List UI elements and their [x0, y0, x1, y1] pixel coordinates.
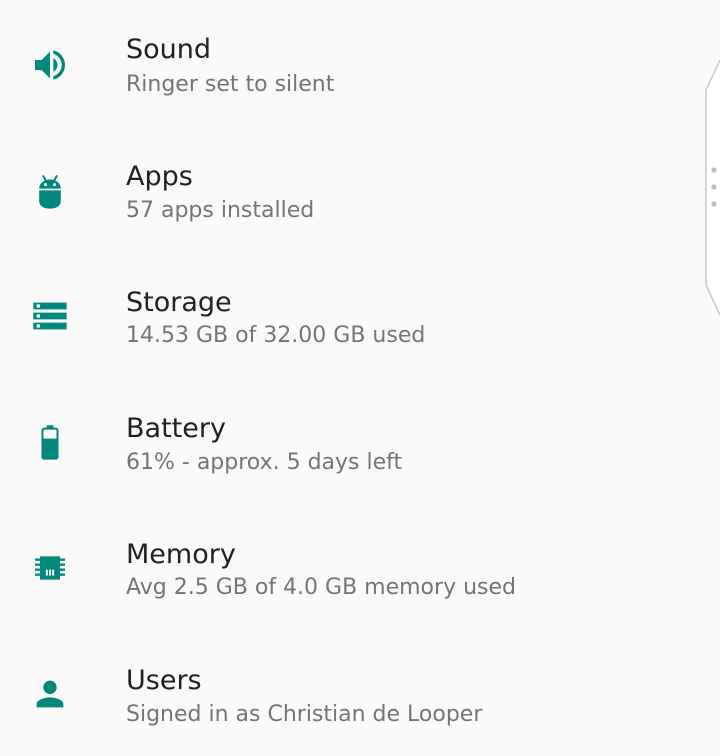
android-icon	[26, 168, 74, 216]
settings-item-title: Sound	[126, 34, 212, 65]
settings-item-title: Apps	[126, 161, 193, 192]
person-icon	[26, 670, 74, 718]
settings-item-users[interactable]: Users Signed in as Christian de Looper	[0, 630, 700, 756]
settings-item-title: Storage	[126, 287, 232, 318]
settings-item-summary: 14.53 GB of 32.00 GB used	[126, 323, 426, 348]
settings-item-summary: 61% - approx. 5 days left	[126, 450, 403, 475]
settings-item-memory[interactable]: Memory Avg 2.5 GB of 4.0 GB memory used	[0, 504, 700, 630]
settings-item-summary: Signed in as Christian de Looper	[126, 702, 483, 727]
speaker-icon	[26, 41, 74, 89]
settings-item-title: Battery	[126, 413, 226, 444]
settings-item-summary: Avg 2.5 GB of 4.0 GB memory used	[126, 575, 516, 600]
settings-item-title: Users	[126, 665, 202, 696]
settings-item-battery[interactable]: Battery 61% - approx. 5 days left	[0, 378, 700, 504]
settings-item-storage[interactable]: Storage 14.53 GB of 32.00 GB used	[0, 252, 700, 378]
settings-item-title: Memory	[126, 539, 236, 570]
memory-chip-icon	[26, 544, 74, 592]
battery-icon	[26, 418, 74, 466]
settings-item-summary: Ringer set to silent	[126, 72, 335, 97]
edge-panel-handle[interactable]	[704, 60, 720, 320]
storage-icon	[26, 292, 74, 340]
settings-item-apps[interactable]: Apps 57 apps installed	[0, 126, 700, 252]
settings-item-sound[interactable]: Sound Ringer set to silent	[0, 0, 700, 126]
settings-item-summary: 57 apps installed	[126, 198, 315, 223]
